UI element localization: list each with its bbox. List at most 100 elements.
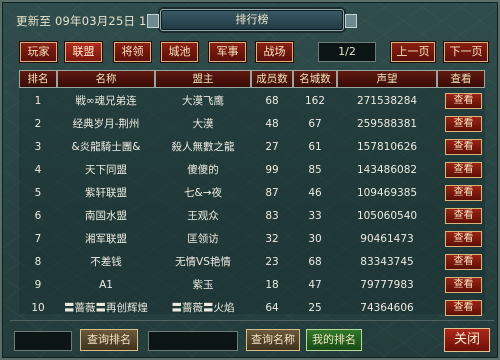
cities-cell: 46: [308, 187, 322, 199]
members-cell: 99: [265, 164, 279, 176]
rank-cell: 4: [34, 164, 42, 176]
next-page-button[interactable]: 下一页: [444, 42, 488, 62]
rank-cell: 10: [31, 302, 45, 314]
rank-cell: 2: [34, 118, 42, 130]
view-button[interactable]: 查看: [445, 116, 482, 132]
fame-cell: 109469385: [356, 187, 418, 199]
view-button[interactable]: 查看: [445, 93, 482, 109]
members-cell: 68: [265, 95, 279, 107]
alliance-name-cell: 经典岁月-荆州: [72, 118, 140, 130]
table-row: 7 湘军联盟 匡领访 32 30 90461473 查看: [19, 228, 485, 250]
alliance-name-cell: 湘军联盟: [85, 233, 127, 245]
rank-cell: 6: [34, 210, 42, 222]
col-fame: 声望: [337, 70, 437, 88]
col-cities: 名城数: [293, 70, 337, 88]
leader-cell: 王观众: [187, 210, 219, 222]
col-leader: 盟主: [155, 70, 251, 88]
leader-cell: 殺人無數之龍: [171, 141, 235, 153]
table-row: 10 〓蔷薇〓再创辉煌 〓蔷薇〓火焰 64 25 74364606 查看: [19, 297, 485, 319]
leader-cell: 大漠: [192, 118, 214, 130]
cities-cell: 61: [308, 141, 322, 153]
cities-cell: 67: [308, 118, 322, 130]
members-cell: 83: [265, 210, 279, 222]
alliance-name-cell: 〓蔷薇〓再创辉煌: [64, 302, 148, 314]
alliance-name-cell: 紫轩联盟: [85, 187, 127, 199]
leader-cell: 无情VS艳情: [175, 256, 231, 268]
view-button[interactable]: 查看: [445, 208, 482, 224]
fame-cell: 105060540: [356, 210, 418, 222]
members-cell: 23: [265, 256, 279, 268]
my-rank-button[interactable]: 我的排名: [306, 329, 362, 351]
ranking-table: 排名 名称 盟主 成员数 名城数 声望 查看 1 戦∞魂兄弟连 大漠飞鹰 68 …: [19, 70, 485, 316]
table-row: 6 南国水盟 王观众 83 33 105060540 查看: [19, 205, 485, 227]
name-query-input[interactable]: [148, 331, 238, 351]
cities-cell: 33: [308, 210, 322, 222]
view-button[interactable]: 查看: [445, 254, 482, 270]
cities-cell: 47: [308, 279, 322, 291]
view-button[interactable]: 查看: [445, 300, 482, 316]
query-name-button[interactable]: 查询名称: [246, 329, 300, 351]
tab-alliance[interactable]: 联盟: [65, 42, 102, 62]
col-view: 查看: [437, 70, 485, 88]
tab-general[interactable]: 将领: [114, 42, 151, 62]
table-header: 排名 名称 盟主 成员数 名城数 声望 查看: [19, 70, 485, 88]
alliance-name-cell: A1: [99, 279, 113, 291]
alliance-name-cell: &炎龍騎士團&: [71, 141, 141, 153]
fame-cell: 90461473: [360, 233, 414, 245]
fame-cell: 271538284: [356, 95, 418, 107]
view-button[interactable]: 查看: [445, 139, 482, 155]
tab-city[interactable]: 城池: [161, 42, 198, 62]
query-rank-button[interactable]: 查询排名: [80, 329, 138, 351]
rank-query-input[interactable]: [14, 331, 72, 351]
table-row: 9 A1 紫玉 18 47 79777983 查看: [19, 274, 485, 296]
tab-player[interactable]: 玩家: [20, 42, 57, 62]
page-indicator: 1/2: [318, 42, 376, 62]
cities-cell: 85: [308, 164, 322, 176]
rank-cell: 3: [34, 141, 42, 153]
fame-cell: 259588381: [356, 118, 418, 130]
tab-military[interactable]: 军事: [209, 42, 246, 62]
rank-cell: 7: [34, 233, 42, 245]
members-cell: 87: [265, 187, 279, 199]
col-rank: 排名: [19, 70, 57, 88]
leader-cell: 大漠飞鹰: [182, 95, 224, 107]
view-button[interactable]: 查看: [445, 185, 482, 201]
divider: [10, 320, 494, 321]
table-row: 2 经典岁月-荆州 大漠 48 67 259588381 查看: [19, 113, 485, 135]
fame-cell: 83343745: [360, 256, 414, 268]
rank-cell: 8: [34, 256, 42, 268]
prev-page-button[interactable]: 上一页: [391, 42, 435, 62]
fame-cell: 143486082: [356, 164, 418, 176]
leader-cell: 〓蔷薇〓火焰: [171, 302, 235, 314]
members-cell: 48: [265, 118, 279, 130]
view-button[interactable]: 查看: [445, 162, 482, 178]
alliance-name-cell: 不差钱: [90, 256, 122, 268]
cities-cell: 25: [308, 302, 322, 314]
rank-cell: 5: [34, 187, 42, 199]
rank-cell: 9: [34, 279, 42, 291]
fame-cell: 157810626: [356, 141, 418, 153]
alliance-name-cell: 南国水盟: [85, 210, 127, 222]
col-members: 成员数: [251, 70, 293, 88]
table-row: 8 不差钱 无情VS艳情 23 68 83343745 查看: [19, 251, 485, 273]
leader-cell: 傻傻的: [187, 164, 219, 176]
view-button[interactable]: 查看: [445, 231, 482, 247]
members-cell: 64: [265, 302, 279, 314]
members-cell: 18: [265, 279, 279, 291]
table-row: 1 戦∞魂兄弟连 大漠飞鹰 68 162 271538284 查看: [19, 90, 485, 112]
col-name: 名称: [57, 70, 155, 88]
table-row: 3 &炎龍騎士團& 殺人無數之龍 27 61 157810626 查看: [19, 136, 485, 158]
fame-cell: 79777983: [360, 279, 414, 291]
table-row: 5 紫轩联盟 七&→夜 87 46 109469385 查看: [19, 182, 485, 204]
view-button[interactable]: 查看: [445, 277, 482, 293]
close-button[interactable]: 关闭: [444, 328, 490, 352]
tab-battlefield[interactable]: 战场: [256, 42, 293, 62]
alliance-name-cell: 戦∞魂兄弟连: [75, 95, 137, 107]
ranking-window: 更新至 09年03月25日 13:00 排行榜 玩家 联盟 将领 城池 军事 战…: [0, 0, 500, 360]
alliance-name-cell: 天下同盟: [85, 164, 127, 176]
fame-cell: 74364606: [360, 302, 414, 314]
leader-cell: 匡领访: [187, 233, 219, 245]
cities-cell: 30: [308, 233, 322, 245]
leader-cell: 紫玉: [192, 279, 214, 291]
rank-cell: 1: [34, 95, 42, 107]
